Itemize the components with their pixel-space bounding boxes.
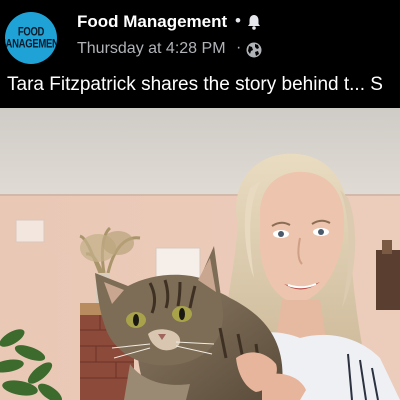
post-timestamp[interactable]: Thursday at 4:28 PM bbox=[77, 40, 226, 58]
avatar-text-line2: MANAGEMENT bbox=[5, 37, 57, 51]
avatar-text-line1: FOOD bbox=[17, 25, 45, 39]
video-frame bbox=[0, 108, 400, 400]
bell-icon[interactable] bbox=[247, 14, 261, 30]
post-caption[interactable]: Tara Fitzpatrick shares the story behind… bbox=[7, 74, 400, 96]
time-separator: · bbox=[236, 39, 242, 56]
post-header: FOOD MANAGEMENT Food Management • Thursd… bbox=[0, 0, 400, 108]
page-avatar[interactable]: FOOD MANAGEMENT bbox=[5, 12, 57, 64]
globe-icon bbox=[246, 42, 262, 58]
name-separator: • bbox=[235, 11, 241, 30]
page-name-link[interactable]: Food Management bbox=[77, 12, 227, 32]
video-player[interactable] bbox=[0, 108, 400, 400]
